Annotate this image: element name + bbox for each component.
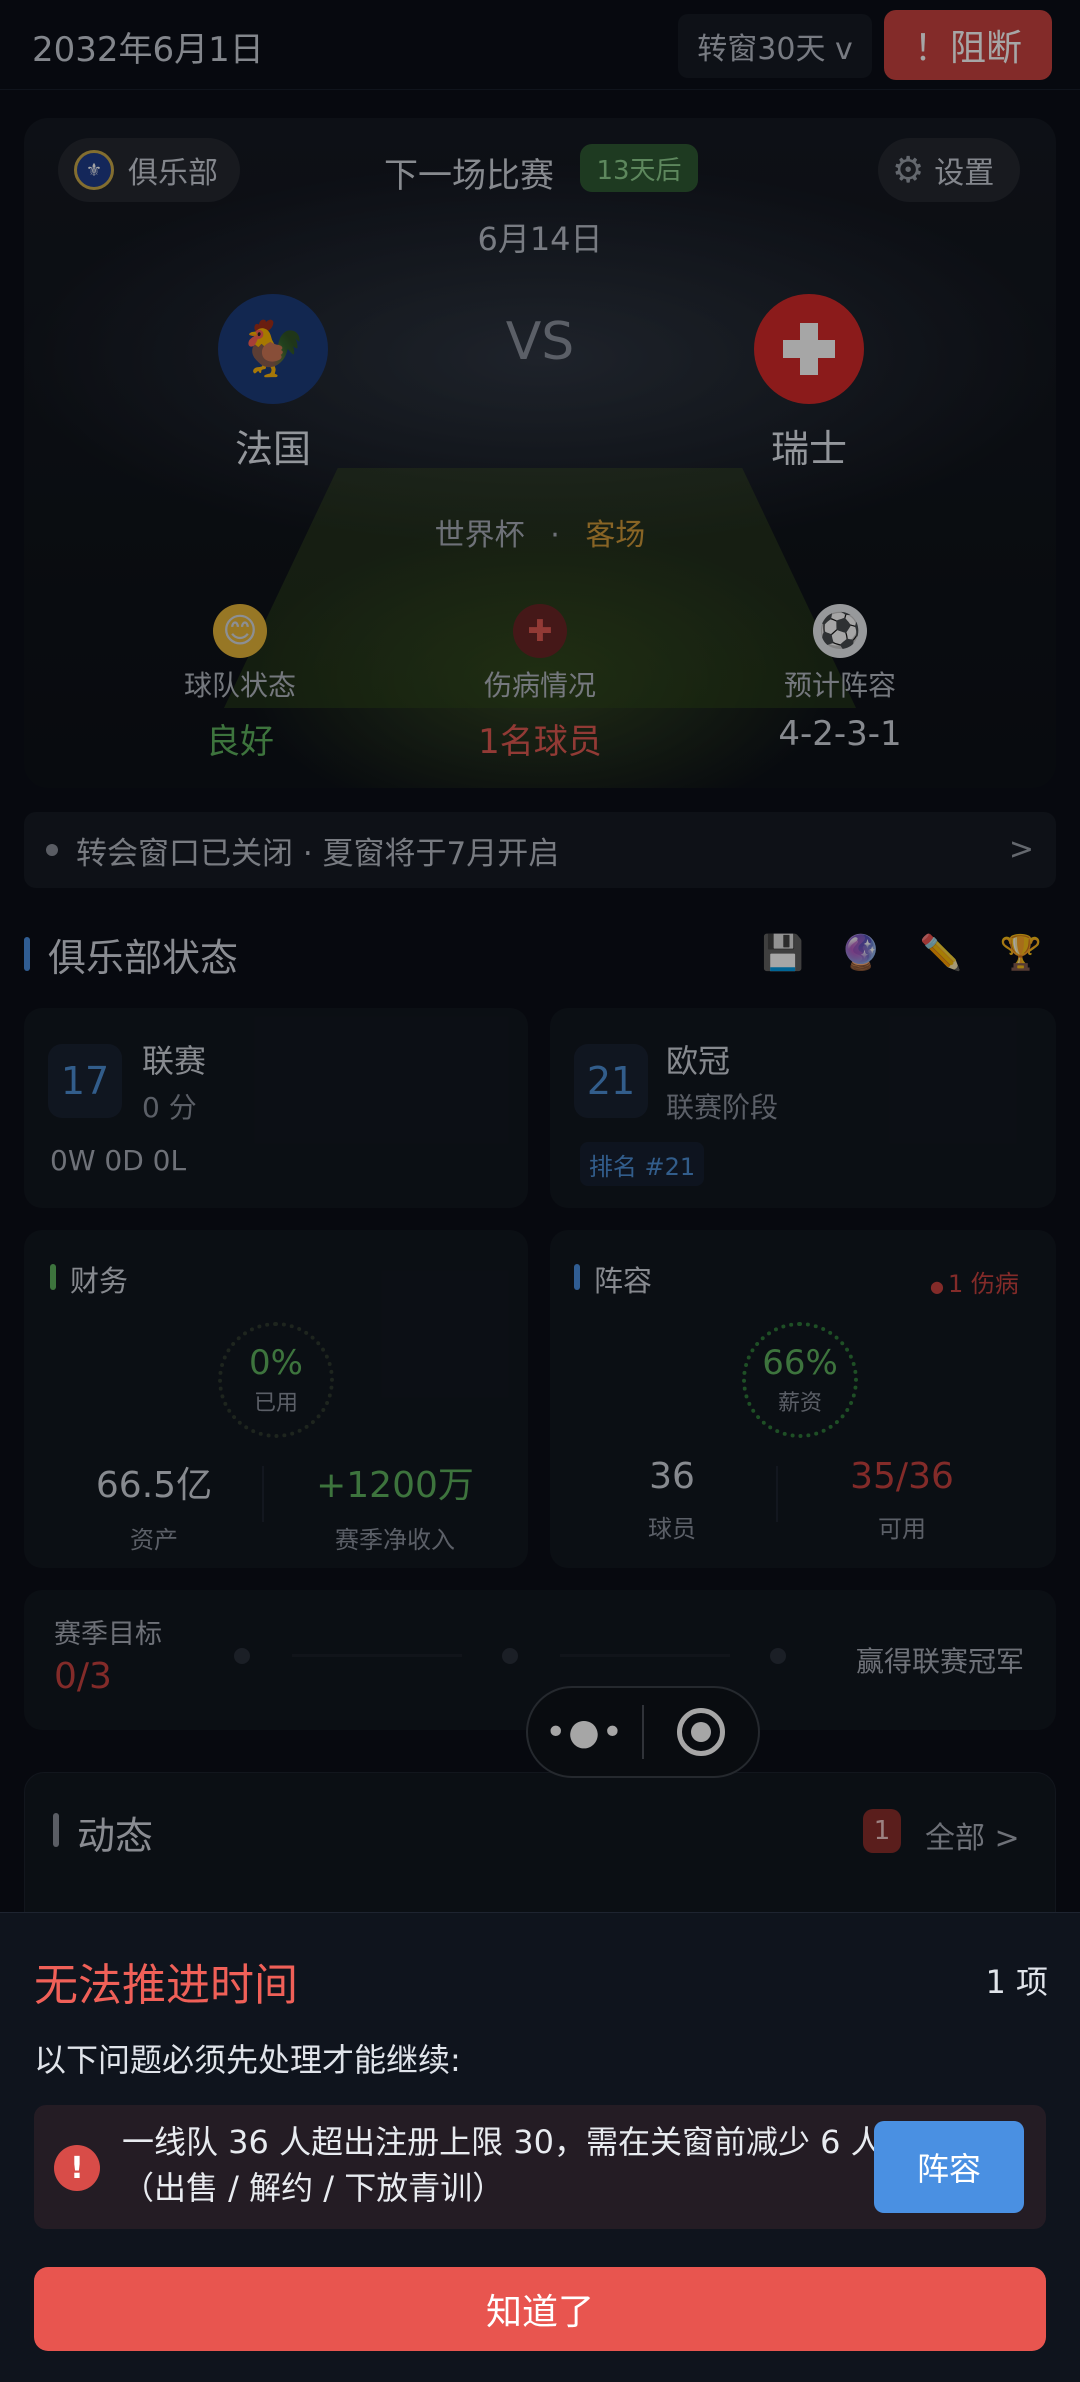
- issue-item: ! 一线队 36 人超出注册上限 30，需在关窗前减少 6 人（出售 / 解约 …: [34, 2105, 1046, 2229]
- dim-overlay: [0, 0, 1080, 1912]
- blocking-issues-sheet: 无法推进时间 1 项 以下问题必须先处理才能继续: ! 一线队 36 人超出注册…: [0, 1912, 1080, 2382]
- issue-text: 一线队 36 人超出注册上限 30，需在关窗前减少 6 人（出售 / 解约 / …: [122, 2123, 883, 2207]
- app-root: 2032年6月1日 转窗30天 v ！阻断 ⚜ 俱乐部 下一场比赛 13天后 ⚙…: [0, 0, 1080, 2382]
- acknowledge-button[interactable]: 知道了: [34, 2267, 1046, 2351]
- issue-count: 1 项: [985, 1963, 1048, 2001]
- sheet-title: 无法推进时间: [34, 1960, 298, 2011]
- squad-button[interactable]: 阵容: [874, 2121, 1024, 2213]
- alert-icon: !: [54, 2145, 100, 2191]
- sheet-description: 以下问题必须先处理才能继续:: [34, 2041, 461, 2079]
